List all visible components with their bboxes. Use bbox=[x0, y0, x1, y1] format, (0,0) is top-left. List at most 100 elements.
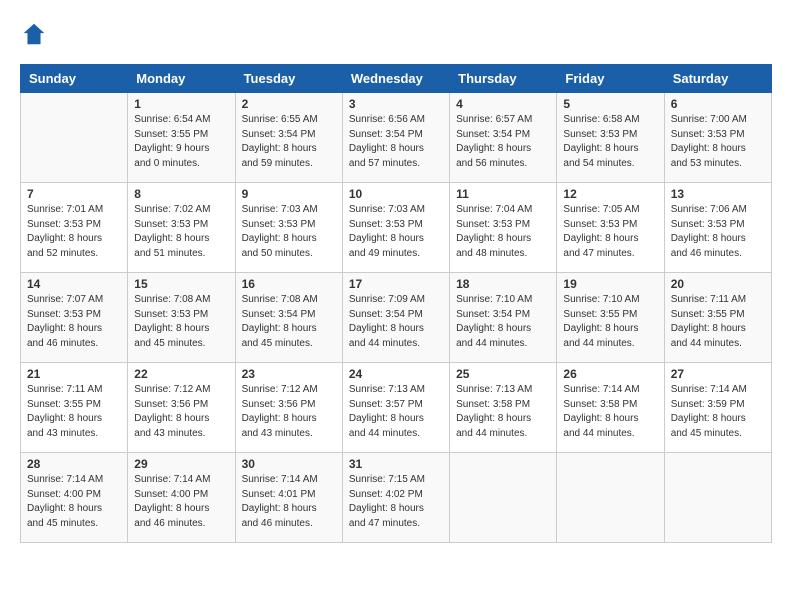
day-info: Sunrise: 7:13 AMSunset: 3:58 PMDaylight:… bbox=[456, 383, 550, 441]
calendar-cell: 6 Sunrise: 7:00 AMSunset: 3:53 PMDaylight… bbox=[664, 93, 771, 183]
calendar-cell: 17 Sunrise: 7:09 AMSunset: 3:54 PMDayligh… bbox=[342, 273, 449, 363]
day-number: 29 bbox=[134, 457, 228, 471]
logo-icon bbox=[20, 20, 48, 48]
calendar-week-row: 14 Sunrise: 7:07 AMSunset: 3:53 PMDayligh… bbox=[21, 273, 772, 363]
day-info: Sunrise: 7:03 AMSunset: 3:53 PMDaylight:… bbox=[349, 203, 443, 261]
day-number: 7 bbox=[27, 187, 121, 201]
day-info: Sunrise: 7:07 AMSunset: 3:53 PMDaylight:… bbox=[27, 293, 121, 351]
day-number: 26 bbox=[563, 367, 657, 381]
calendar-cell: 30 Sunrise: 7:14 AMSunset: 4:01 PMDayligh… bbox=[235, 453, 342, 543]
day-info: Sunrise: 6:55 AMSunset: 3:54 PMDaylight:… bbox=[242, 113, 336, 171]
day-number: 28 bbox=[27, 457, 121, 471]
day-number: 13 bbox=[671, 187, 765, 201]
day-info: Sunrise: 6:56 AMSunset: 3:54 PMDaylight:… bbox=[349, 113, 443, 171]
day-number: 24 bbox=[349, 367, 443, 381]
calendar-cell: 1 Sunrise: 6:54 AMSunset: 3:55 PMDaylight… bbox=[128, 93, 235, 183]
column-header-wednesday: Wednesday bbox=[342, 65, 449, 93]
column-header-tuesday: Tuesday bbox=[235, 65, 342, 93]
calendar-cell: 12Sunrise: 7:05 AMSunset: 3:53 PMDayligh… bbox=[557, 183, 664, 273]
day-number: 12 bbox=[563, 187, 657, 201]
day-number: 25 bbox=[456, 367, 550, 381]
calendar-cell bbox=[557, 453, 664, 543]
calendar-cell: 3 Sunrise: 6:56 AMSunset: 3:54 PMDaylight… bbox=[342, 93, 449, 183]
day-number: 1 bbox=[134, 97, 228, 111]
calendar-cell: 4 Sunrise: 6:57 AMSunset: 3:54 PMDaylight… bbox=[450, 93, 557, 183]
day-info: Sunrise: 7:02 AMSunset: 3:53 PMDaylight:… bbox=[134, 203, 228, 261]
day-info: Sunrise: 7:14 AMSunset: 4:00 PMDaylight:… bbox=[134, 473, 228, 531]
calendar-cell: 10 Sunrise: 7:03 AMSunset: 3:53 PMDayligh… bbox=[342, 183, 449, 273]
calendar-cell: 24 Sunrise: 7:13 AMSunset: 3:57 PMDayligh… bbox=[342, 363, 449, 453]
calendar-header-row: SundayMondayTuesdayWednesdayThursdayFrid… bbox=[21, 65, 772, 93]
day-number: 19 bbox=[563, 277, 657, 291]
calendar-cell: 22Sunrise: 7:12 AMSunset: 3:56 PMDayligh… bbox=[128, 363, 235, 453]
day-number: 15 bbox=[134, 277, 228, 291]
day-info: Sunrise: 7:06 AMSunset: 3:53 PMDaylight:… bbox=[671, 203, 765, 261]
day-number: 16 bbox=[242, 277, 336, 291]
calendar-cell: 20 Sunrise: 7:11 AMSunset: 3:55 PMDayligh… bbox=[664, 273, 771, 363]
day-number: 10 bbox=[349, 187, 443, 201]
day-info: Sunrise: 7:14 AMSunset: 3:58 PMDaylight:… bbox=[563, 383, 657, 441]
day-info: Sunrise: 6:54 AMSunset: 3:55 PMDaylight:… bbox=[134, 113, 228, 171]
calendar-cell: 21Sunrise: 7:11 AMSunset: 3:55 PMDayligh… bbox=[21, 363, 128, 453]
day-info: Sunrise: 7:15 AMSunset: 4:02 PMDaylight:… bbox=[349, 473, 443, 531]
calendar-week-row: 1 Sunrise: 6:54 AMSunset: 3:55 PMDaylight… bbox=[21, 93, 772, 183]
calendar-cell: 23Sunrise: 7:12 AMSunset: 3:56 PMDayligh… bbox=[235, 363, 342, 453]
column-header-saturday: Saturday bbox=[664, 65, 771, 93]
column-header-thursday: Thursday bbox=[450, 65, 557, 93]
day-info: Sunrise: 7:12 AMSunset: 3:56 PMDaylight:… bbox=[134, 383, 228, 441]
calendar-cell bbox=[21, 93, 128, 183]
calendar-cell: 28 Sunrise: 7:14 AMSunset: 4:00 PMDayligh… bbox=[21, 453, 128, 543]
day-number: 20 bbox=[671, 277, 765, 291]
calendar-cell: 18 Sunrise: 7:10 AMSunset: 3:54 PMDayligh… bbox=[450, 273, 557, 363]
day-number: 6 bbox=[671, 97, 765, 111]
day-number: 4 bbox=[456, 97, 550, 111]
day-info: Sunrise: 7:01 AMSunset: 3:53 PMDaylight:… bbox=[27, 203, 121, 261]
calendar-cell: 15 Sunrise: 7:08 AMSunset: 3:53 PMDayligh… bbox=[128, 273, 235, 363]
day-info: Sunrise: 7:13 AMSunset: 3:57 PMDaylight:… bbox=[349, 383, 443, 441]
calendar-cell: 27Sunrise: 7:14 AMSunset: 3:59 PMDayligh… bbox=[664, 363, 771, 453]
day-number: 5 bbox=[563, 97, 657, 111]
day-number: 3 bbox=[349, 97, 443, 111]
day-info: Sunrise: 7:10 AMSunset: 3:54 PMDaylight:… bbox=[456, 293, 550, 351]
day-info: Sunrise: 7:11 AMSunset: 3:55 PMDaylight:… bbox=[671, 293, 765, 351]
calendar-cell: 7 Sunrise: 7:01 AMSunset: 3:53 PMDaylight… bbox=[21, 183, 128, 273]
calendar-cell: 19Sunrise: 7:10 AMSunset: 3:55 PMDayligh… bbox=[557, 273, 664, 363]
calendar-cell: 14 Sunrise: 7:07 AMSunset: 3:53 PMDayligh… bbox=[21, 273, 128, 363]
calendar-cell: 9 Sunrise: 7:03 AMSunset: 3:53 PMDaylight… bbox=[235, 183, 342, 273]
day-number: 8 bbox=[134, 187, 228, 201]
day-info: Sunrise: 7:00 AMSunset: 3:53 PMDaylight:… bbox=[671, 113, 765, 171]
day-info: Sunrise: 6:57 AMSunset: 3:54 PMDaylight:… bbox=[456, 113, 550, 171]
calendar-cell: 13 Sunrise: 7:06 AMSunset: 3:53 PMDayligh… bbox=[664, 183, 771, 273]
day-number: 14 bbox=[27, 277, 121, 291]
day-number: 2 bbox=[242, 97, 336, 111]
calendar-cell: 11 Sunrise: 7:04 AMSunset: 3:53 PMDayligh… bbox=[450, 183, 557, 273]
day-number: 30 bbox=[242, 457, 336, 471]
day-info: Sunrise: 7:09 AMSunset: 3:54 PMDaylight:… bbox=[349, 293, 443, 351]
column-header-monday: Monday bbox=[128, 65, 235, 93]
day-info: Sunrise: 7:08 AMSunset: 3:53 PMDaylight:… bbox=[134, 293, 228, 351]
day-number: 17 bbox=[349, 277, 443, 291]
calendar-cell: 5 Sunrise: 6:58 AMSunset: 3:53 PMDaylight… bbox=[557, 93, 664, 183]
calendar-cell bbox=[664, 453, 771, 543]
day-info: Sunrise: 6:58 AMSunset: 3:53 PMDaylight:… bbox=[563, 113, 657, 171]
calendar-cell: 25 Sunrise: 7:13 AMSunset: 3:58 PMDayligh… bbox=[450, 363, 557, 453]
column-header-friday: Friday bbox=[557, 65, 664, 93]
calendar-week-row: 28 Sunrise: 7:14 AMSunset: 4:00 PMDayligh… bbox=[21, 453, 772, 543]
calendar-cell: 2 Sunrise: 6:55 AMSunset: 3:54 PMDaylight… bbox=[235, 93, 342, 183]
day-number: 21 bbox=[27, 367, 121, 381]
day-number: 27 bbox=[671, 367, 765, 381]
calendar-cell bbox=[450, 453, 557, 543]
day-info: Sunrise: 7:04 AMSunset: 3:53 PMDaylight:… bbox=[456, 203, 550, 261]
logo bbox=[20, 20, 52, 48]
day-info: Sunrise: 7:03 AMSunset: 3:53 PMDaylight:… bbox=[242, 203, 336, 261]
day-number: 23 bbox=[242, 367, 336, 381]
calendar-cell: 29 Sunrise: 7:14 AMSunset: 4:00 PMDayligh… bbox=[128, 453, 235, 543]
day-info: Sunrise: 7:14 AMSunset: 4:01 PMDaylight:… bbox=[242, 473, 336, 531]
day-number: 31 bbox=[349, 457, 443, 471]
day-number: 9 bbox=[242, 187, 336, 201]
day-info: Sunrise: 7:08 AMSunset: 3:54 PMDaylight:… bbox=[242, 293, 336, 351]
day-number: 11 bbox=[456, 187, 550, 201]
calendar-cell: 8 Sunrise: 7:02 AMSunset: 3:53 PMDaylight… bbox=[128, 183, 235, 273]
day-number: 18 bbox=[456, 277, 550, 291]
day-info: Sunrise: 7:14 AMSunset: 4:00 PMDaylight:… bbox=[27, 473, 121, 531]
